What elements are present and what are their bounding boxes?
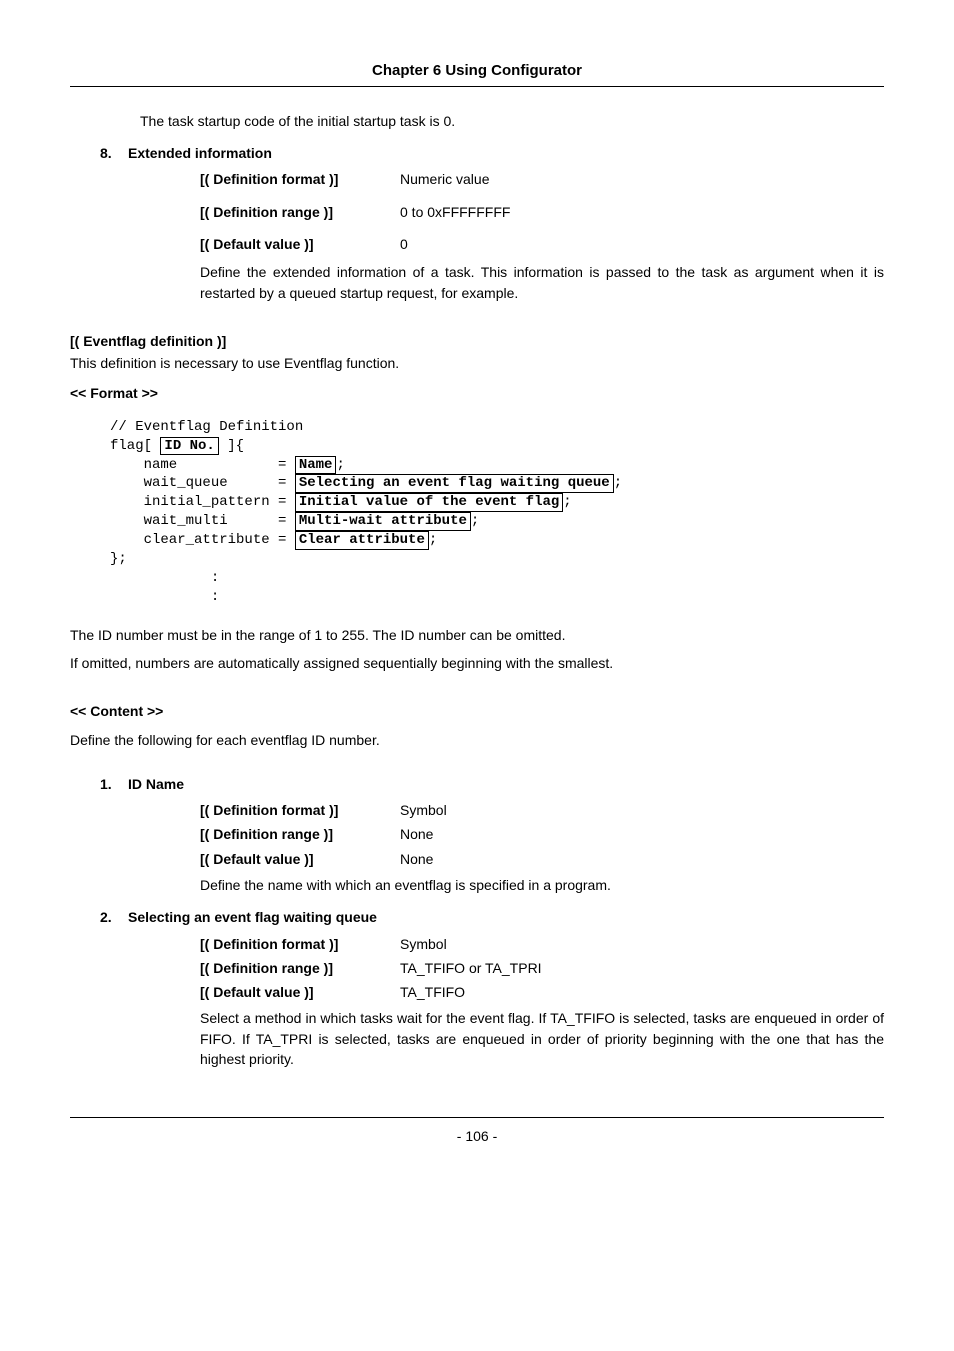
item-2-default-row: [( Default value )] TA_TFIFO bbox=[200, 982, 884, 1002]
item-8-number: 8. bbox=[100, 143, 128, 163]
def-range-label: [( Definition range )] bbox=[200, 824, 400, 844]
def-range-value: 0 to 0xFFFFFFFF bbox=[400, 202, 510, 222]
item-1-heading: 1. ID Name bbox=[100, 774, 884, 794]
item-8-format-row: [( Definition format )] Numeric value bbox=[200, 169, 884, 189]
idnum-range-text: The ID number must be in the range of 1 … bbox=[70, 625, 884, 645]
code-clearattr-box: Clear attribute bbox=[295, 531, 429, 550]
format-heading: << Format >> bbox=[70, 383, 884, 403]
item-8-description: Define the extended information of a tas… bbox=[200, 262, 884, 303]
item-1-title: ID Name bbox=[128, 774, 184, 794]
item-8-title: Extended information bbox=[128, 143, 272, 163]
def-default-value: 0 bbox=[400, 234, 408, 254]
page-number: - 106 - bbox=[70, 1126, 884, 1146]
code-l10: : bbox=[110, 589, 219, 605]
def-range-label: [( Definition range )] bbox=[200, 958, 400, 978]
code-l4c: ; bbox=[614, 475, 622, 491]
def-format-value: Numeric value bbox=[400, 169, 489, 189]
item-8-range-row: [( Definition range )] 0 to 0xFFFFFFFF bbox=[200, 202, 884, 222]
code-initpattern-box: Initial value of the event flag bbox=[295, 493, 563, 512]
code-l1: // Eventflag Definition bbox=[110, 419, 303, 435]
code-l2c: ]{ bbox=[219, 438, 244, 454]
def-format-value: Symbol bbox=[400, 800, 447, 820]
item-8-default-row: [( Default value )] 0 bbox=[200, 234, 884, 254]
code-l6a: wait_multi = bbox=[110, 513, 295, 529]
item-1-format-row: [( Definition format )] Symbol bbox=[200, 800, 884, 820]
item-1-description: Define the name with which an eventflag … bbox=[200, 875, 884, 895]
def-range-value: None bbox=[400, 824, 433, 844]
code-name-box: Name bbox=[295, 456, 337, 475]
code-l5a: initial_pattern = bbox=[110, 494, 295, 510]
header-rule bbox=[70, 86, 884, 87]
code-waitmulti-box: Multi-wait attribute bbox=[295, 512, 471, 531]
chapter-header: Chapter 6 Using Configurator bbox=[70, 60, 884, 82]
eventflag-title: [( Eventflag definition )] bbox=[70, 331, 884, 351]
item-2-title: Selecting an event flag waiting queue bbox=[128, 907, 377, 927]
item-2-format-row: [( Definition format )] Symbol bbox=[200, 934, 884, 954]
item-2-number: 2. bbox=[100, 907, 128, 927]
def-format-label: [( Definition format )] bbox=[200, 800, 400, 820]
code-l5c: ; bbox=[563, 494, 571, 510]
item-1-range-row: [( Definition range )] None bbox=[200, 824, 884, 844]
code-l9: : bbox=[110, 570, 219, 586]
def-default-label: [( Default value )] bbox=[200, 234, 400, 254]
intro-line: The task startup code of the initial sta… bbox=[140, 111, 884, 131]
idnum-omitted-text: If omitted, numbers are automatically as… bbox=[70, 653, 884, 673]
item-2-description: Select a method in which tasks wait for … bbox=[200, 1008, 884, 1069]
def-range-value: TA_TFIFO or TA_TPRI bbox=[400, 958, 542, 978]
content-heading: << Content >> bbox=[70, 701, 884, 721]
def-default-value: TA_TFIFO bbox=[400, 982, 465, 1002]
code-l6c: ; bbox=[471, 513, 479, 529]
code-l3a: name = bbox=[110, 457, 295, 473]
def-default-label: [( Default value )] bbox=[200, 849, 400, 869]
code-l8: }; bbox=[110, 551, 127, 567]
eventflag-desc: This definition is necessary to use Even… bbox=[70, 353, 884, 373]
item-8-heading: 8. Extended information bbox=[100, 143, 884, 163]
code-l4a: wait_queue = bbox=[110, 475, 295, 491]
def-format-label: [( Definition format )] bbox=[200, 169, 400, 189]
content-body: Define the following for each eventflag … bbox=[70, 730, 884, 750]
item-1-number: 1. bbox=[100, 774, 128, 794]
code-waitqueue-box: Selecting an event flag waiting queue bbox=[295, 474, 614, 493]
def-range-label: [( Definition range )] bbox=[200, 202, 400, 222]
item-2-range-row: [( Definition range )] TA_TFIFO or TA_TP… bbox=[200, 958, 884, 978]
code-block: // Eventflag Definition flag[ ID No. ]{ … bbox=[110, 418, 884, 607]
code-l2a: flag[ bbox=[110, 438, 160, 454]
code-l3c: ; bbox=[336, 457, 344, 473]
item-2-heading: 2. Selecting an event flag waiting queue bbox=[100, 907, 884, 927]
code-l7c: ; bbox=[429, 532, 437, 548]
def-format-label: [( Definition format )] bbox=[200, 934, 400, 954]
def-default-value: None bbox=[400, 849, 433, 869]
code-idno-box: ID No. bbox=[160, 437, 218, 456]
def-format-value: Symbol bbox=[400, 934, 447, 954]
footer-rule bbox=[70, 1117, 884, 1118]
code-l7a: clear_attribute = bbox=[110, 532, 295, 548]
def-default-label: [( Default value )] bbox=[200, 982, 400, 1002]
item-1-default-row: [( Default value )] None bbox=[200, 849, 884, 869]
